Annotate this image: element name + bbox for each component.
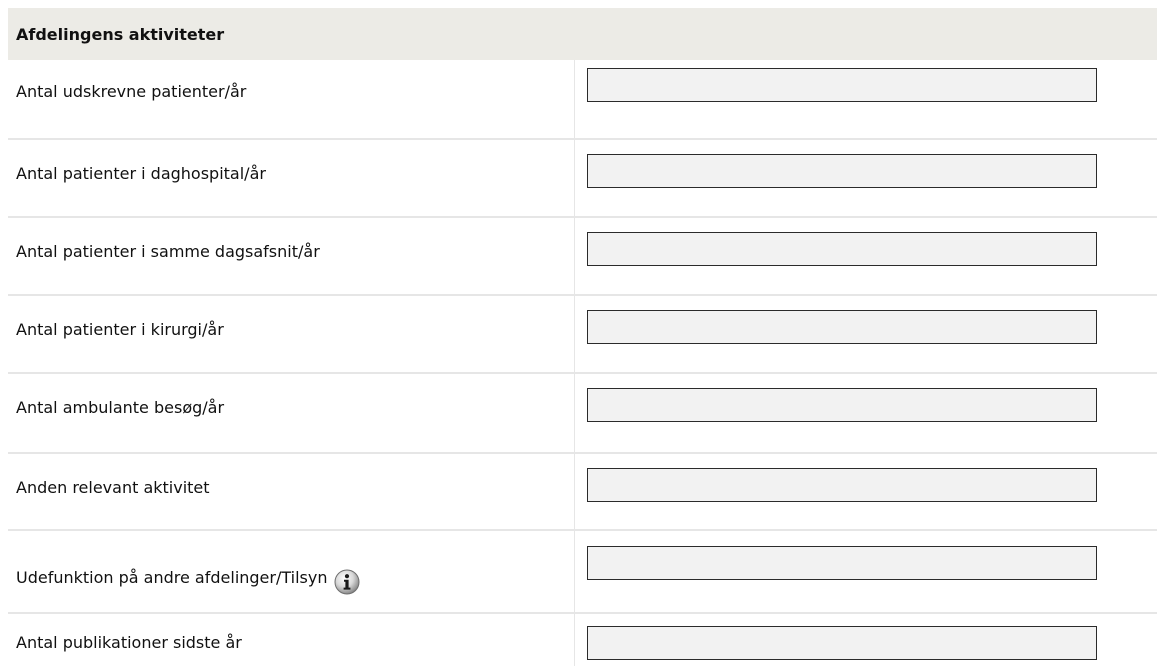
- form-row-same-day-unit-patients: Antal patienter i samme dagsafsnit/år: [8, 218, 1157, 296]
- row-field-cell: [575, 140, 1157, 216]
- same-day-unit-patients-label: Antal patienter i samme dagsafsnit/år: [16, 242, 320, 261]
- section-title: Afdelingens aktiviteter: [16, 24, 225, 44]
- external-function-label: Udefunktion på andre afdelinger/Tilsyn: [16, 568, 328, 587]
- publications-input[interactable]: [587, 626, 1097, 660]
- outpatient-visits-input[interactable]: [587, 388, 1097, 422]
- row-field-cell: [575, 614, 1157, 666]
- form-row-other-activity: Anden relevant aktivitet: [8, 454, 1157, 531]
- row-label-cell: Antal patienter i kirurgi/år: [8, 296, 575, 372]
- row-label-cell: Anden relevant aktivitet: [8, 454, 575, 529]
- row-field-cell: [575, 60, 1157, 138]
- discharged-patients-input[interactable]: [587, 68, 1097, 102]
- publications-label: Antal publikationer sidste år: [16, 633, 242, 652]
- section-header: Afdelingens aktiviteter: [8, 8, 1157, 60]
- row-label-cell: Antal publikationer sidste år: [8, 614, 575, 666]
- day-hospital-patients-label: Antal patienter i daghospital/år: [16, 164, 266, 183]
- same-day-unit-patients-input[interactable]: [587, 232, 1097, 266]
- row-label-cell: Udefunktion på andre afdelinger/Tilsyn: [8, 531, 575, 612]
- external-function-input[interactable]: [587, 546, 1097, 580]
- form-row-external-function: Udefunktion på andre afdelinger/Tilsyn: [8, 531, 1157, 614]
- other-activity-label: Anden relevant aktivitet: [16, 478, 210, 497]
- row-label-cell: Antal patienter i daghospital/år: [8, 140, 575, 216]
- outpatient-visits-label: Antal ambulante besøg/år: [16, 398, 225, 417]
- surgery-patients-label: Antal patienter i kirurgi/år: [16, 320, 224, 339]
- form-row-surgery-patients: Antal patienter i kirurgi/år: [8, 296, 1157, 374]
- day-hospital-patients-input[interactable]: [587, 154, 1097, 188]
- discharged-patients-label: Antal udskrevne patienter/år: [16, 82, 247, 101]
- row-field-cell: [575, 374, 1157, 452]
- form-row-discharged-patients: Antal udskrevne patienter/år: [8, 60, 1157, 140]
- activities-form-panel: Afdelingens aktiviteter Antal udskrevne …: [8, 8, 1157, 666]
- form-row-publications: Antal publikationer sidste år: [8, 614, 1157, 666]
- surgery-patients-input[interactable]: [587, 310, 1097, 344]
- row-label-cell: Antal udskrevne patienter/år: [8, 60, 575, 138]
- row-field-cell: [575, 218, 1157, 294]
- form-row-outpatient-visits: Antal ambulante besøg/år: [8, 374, 1157, 454]
- other-activity-input[interactable]: [587, 468, 1097, 502]
- row-field-cell: [575, 531, 1157, 612]
- row-label-cell: Antal patienter i samme dagsafsnit/år: [8, 218, 575, 294]
- form-row-day-hospital-patients: Antal patienter i daghospital/år: [8, 140, 1157, 218]
- row-field-cell: [575, 454, 1157, 529]
- info-icon[interactable]: [333, 568, 361, 596]
- row-label-cell: Antal ambulante besøg/år: [8, 374, 575, 452]
- row-field-cell: [575, 296, 1157, 372]
